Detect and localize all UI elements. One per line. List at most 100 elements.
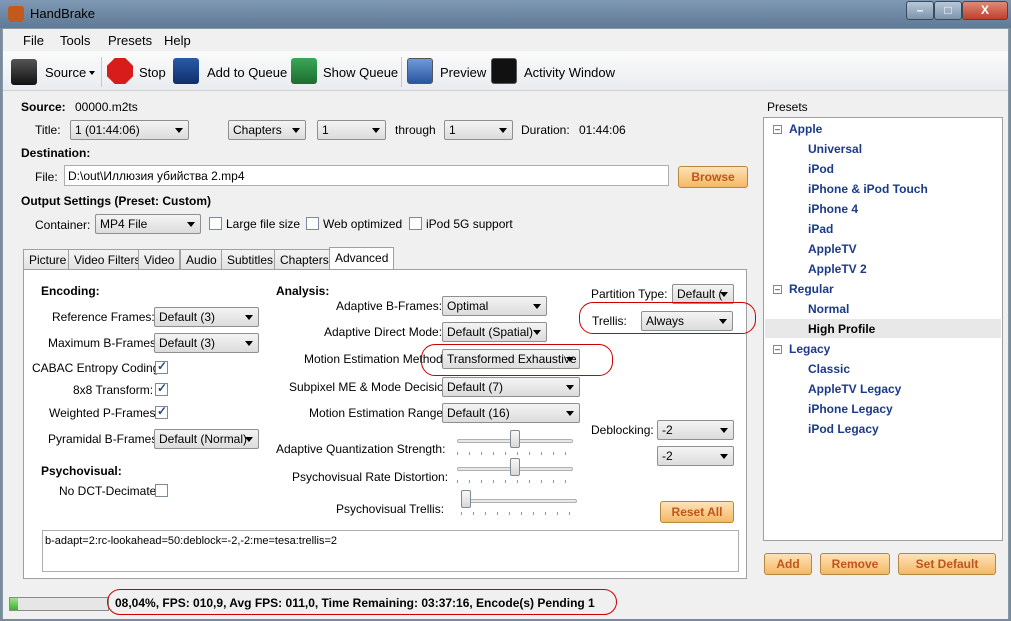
collapse-icon[interactable]: – (773, 345, 782, 354)
preset-group-apple[interactable]: Apple (789, 122, 822, 136)
preview-button[interactable]: Preview (407, 57, 487, 87)
reset-all-button[interactable]: Reset All (660, 501, 734, 523)
preset-item[interactable]: Classic (808, 362, 850, 376)
adaptive-direct-label: Adaptive Direct Mode: (324, 325, 443, 339)
tab-video-filters[interactable]: Video Filters (68, 249, 147, 269)
preset-item[interactable]: iPhone & iPod Touch (808, 182, 928, 196)
ref-frames-label: Reference Frames: (52, 310, 155, 324)
source-heading: Source: (21, 100, 66, 114)
source-button[interactable]: Source (11, 57, 97, 87)
web-optimized-checkbox[interactable] (306, 217, 319, 230)
preset-item[interactable]: iPhone 4 (808, 202, 858, 216)
menu-help[interactable]: Help (164, 33, 191, 48)
motion-method-value: Transformed Exhaustive (447, 352, 577, 366)
partition-select[interactable]: Default ( (672, 284, 734, 304)
trellis-select[interactable]: Always (641, 311, 733, 331)
preset-item[interactable]: iPhone Legacy (808, 402, 893, 416)
preset-item[interactable]: AppleTV Legacy (808, 382, 901, 396)
deblock-alpha-select[interactable]: -2 (657, 420, 734, 440)
add-preset-button[interactable]: Add (764, 553, 812, 575)
collapse-icon[interactable]: – (773, 125, 782, 134)
deblock-beta-value: -2 (662, 449, 673, 463)
motion-range-select[interactable]: Default (16) (442, 403, 580, 423)
slider-thumb[interactable] (510, 458, 520, 476)
chevron-down-icon (566, 385, 574, 390)
pyramidal-select[interactable]: Default (Normal) (154, 429, 259, 449)
browse-button[interactable]: Browse (678, 166, 748, 188)
collapse-icon[interactable]: – (773, 285, 782, 294)
preset-item[interactable]: AppleTV 2 (808, 262, 867, 276)
preset-item[interactable]: iPod Legacy (808, 422, 879, 436)
title-select[interactable]: 1 (01:44:06) (70, 120, 189, 140)
tab-advanced[interactable]: Advanced (329, 247, 395, 269)
destination-file-input[interactable]: D:\out\Иллюзия убийства 2.mp4 (64, 165, 669, 186)
transform-label: 8x8 Transform: (73, 383, 154, 397)
motion-method-select[interactable]: Transformed Exhaustive (442, 349, 580, 369)
cabac-label: CABAC Entropy Coding: (32, 361, 163, 375)
aq-slider[interactable] (457, 430, 573, 460)
tab-chapters[interactable]: Chapters (274, 249, 335, 269)
menu-file[interactable]: File (23, 33, 44, 48)
preset-group-regular[interactable]: Regular (789, 282, 834, 296)
activity-window-button[interactable]: Activity Window (491, 57, 619, 87)
selected-preset-row (765, 319, 1001, 338)
preset-item[interactable]: Universal (808, 142, 862, 156)
large-file-label: Large file size (226, 217, 301, 231)
deblock-beta-select[interactable]: -2 (657, 446, 734, 466)
weighted-label: Weighted P-Frames: (49, 406, 159, 420)
weighted-checkbox[interactable] (155, 404, 168, 419)
menu-presets[interactable]: Presets (108, 33, 152, 48)
pyramidal-value: Default (Normal) (159, 432, 248, 446)
close-button[interactable]: X (962, 1, 1008, 20)
tab-audio[interactable]: Audio (180, 249, 223, 269)
range-type-select[interactable]: Chapters (228, 120, 306, 140)
preset-item-selected[interactable]: High Profile (808, 322, 875, 336)
no-dct-checkbox[interactable] (155, 484, 168, 497)
adaptive-b-select[interactable]: Optimal (442, 296, 547, 316)
chevron-down-icon (720, 428, 728, 433)
range-from-value: 1 (322, 123, 329, 137)
preset-item[interactable]: iPod (808, 162, 834, 176)
x264-options-textarea[interactable]: b-adapt=2:rc-lookahead=50:deblock=-2,-2:… (42, 530, 739, 572)
web-optimized-label: Web optimized (323, 217, 403, 231)
preset-item[interactable]: Normal (808, 302, 849, 316)
transform-checkbox[interactable] (155, 381, 168, 396)
aq-label: Adaptive Quantization Strength: (276, 442, 446, 456)
toolbar-separator (401, 57, 402, 87)
slider-thumb[interactable] (510, 430, 520, 448)
psy-trellis-slider[interactable] (461, 490, 577, 520)
psy-rd-slider[interactable] (457, 458, 573, 488)
maximize-button[interactable]: □ (934, 1, 962, 20)
preset-item[interactable]: AppleTV (808, 242, 857, 256)
tab-subtitles[interactable]: Subtitles (221, 249, 280, 269)
large-file-checkbox[interactable] (209, 217, 222, 230)
toolbar: Source Stop Add to Queue Show Queue Prev… (3, 51, 1008, 91)
ipod-5g-checkbox[interactable] (409, 217, 422, 230)
preset-group-legacy[interactable]: Legacy (789, 342, 830, 356)
show-queue-button[interactable]: Show Queue (291, 57, 399, 87)
remove-preset-button[interactable]: Remove (820, 553, 890, 575)
adaptive-direct-select[interactable]: Default (Spatial) (442, 322, 547, 342)
range-to-select[interactable]: 1 (444, 120, 513, 140)
encoding-heading: Encoding: (41, 284, 100, 298)
duration-label: Duration: (521, 123, 570, 137)
tab-picture[interactable]: Picture (23, 249, 73, 269)
tab-video[interactable]: Video (138, 249, 181, 269)
max-bframes-select[interactable]: Default (3) (154, 333, 259, 353)
add-to-queue-button[interactable]: Add to Queue (173, 57, 287, 87)
subpixel-select[interactable]: Default (7) (442, 377, 580, 397)
terminal-icon (491, 58, 517, 84)
container-select[interactable]: MP4 File (95, 214, 201, 234)
stop-button[interactable]: Stop (107, 57, 167, 87)
cabac-checkbox[interactable] (155, 359, 168, 374)
menu-tools[interactable]: Tools (60, 33, 90, 48)
slider-thumb[interactable] (461, 490, 471, 508)
chevron-down-icon (245, 315, 253, 320)
show-queue-label: Show Queue (323, 65, 399, 80)
range-from-select[interactable]: 1 (317, 120, 386, 140)
minimize-button[interactable]: – (906, 1, 934, 20)
ref-frames-select[interactable]: Default (3) (154, 307, 259, 327)
set-default-preset-button[interactable]: Set Default (898, 553, 996, 575)
max-bframes-value: Default (3) (159, 336, 216, 350)
preset-item[interactable]: iPad (808, 222, 833, 236)
